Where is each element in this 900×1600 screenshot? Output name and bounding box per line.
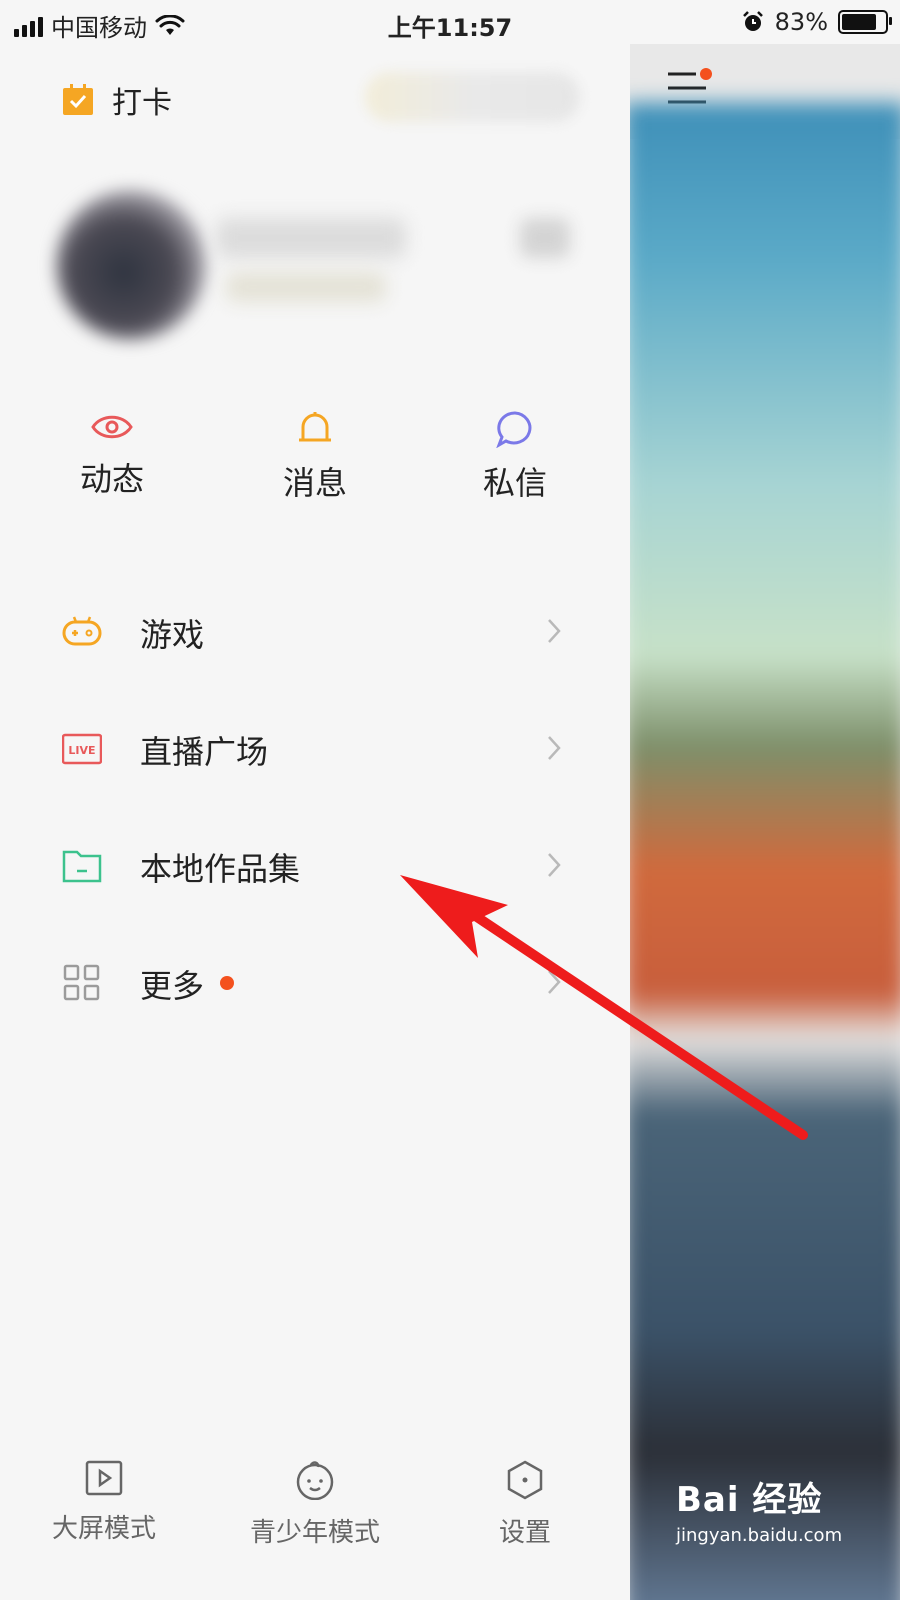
play-screen-icon [85, 1460, 123, 1496]
chevron-right-icon [548, 736, 561, 760]
new-badge-dot [220, 976, 234, 990]
profile-name-blurred [216, 218, 406, 258]
alarm-icon [742, 11, 763, 31]
background-blurred-content [630, 102, 900, 1600]
chat-bubble-icon [496, 411, 532, 448]
quick-action-private-messages[interactable]: 私信 [445, 410, 585, 504]
gamepad-icon [62, 616, 102, 646]
chevron-right-icon [548, 970, 561, 994]
chevron-right-icon [548, 853, 561, 877]
quick-action-messages[interactable]: 消息 [245, 410, 385, 504]
menu-item-more[interactable]: 更多 [0, 943, 630, 1023]
menu-item-label: 更多 [140, 967, 205, 1005]
notification-dot [700, 68, 712, 80]
grid-icon [63, 964, 100, 1001]
side-drawer: 打卡 动态 消息 私信 游戏 LIVE 直播广场 本地作品集 更多 大屏模式 青… [0, 0, 630, 1600]
quick-action-label: 消息 [282, 464, 347, 502]
chevron-right-icon [548, 619, 561, 643]
bottom-action-label: 设置 [498, 1518, 551, 1548]
blurred-header-chip [365, 72, 580, 122]
checkin-label: 打卡 [112, 86, 172, 121]
youth-mode-button[interactable]: 青少年模式 [225, 1460, 405, 1549]
profile-action-blurred[interactable] [520, 218, 570, 258]
child-face-icon [296, 1461, 334, 1500]
quick-action-dynamics[interactable]: 动态 [42, 410, 182, 500]
checkin-button[interactable]: 打卡 [62, 78, 172, 122]
profile-card[interactable] [40, 170, 630, 340]
bell-icon [299, 412, 331, 442]
watermark-logo: Bai 经验 [676, 1480, 823, 1520]
bottom-action-label: 青少年模式 [249, 1518, 380, 1548]
battery-icon [838, 10, 892, 34]
battery-percent: 83% [774, 8, 828, 36]
settings-button[interactable]: 设置 [435, 1460, 615, 1549]
hexagon-settings-icon [507, 1460, 543, 1500]
menu-item-label: 本地作品集 [140, 850, 301, 888]
calendar-check-icon [63, 84, 93, 115]
background-page [630, 0, 900, 1600]
quick-action-label: 私信 [482, 464, 547, 502]
watermark-url: jingyan.baidu.com [676, 1525, 843, 1546]
folder-icon [62, 850, 102, 883]
profile-subtitle-blurred [226, 272, 386, 302]
menu-item-label: 游戏 [140, 616, 205, 654]
status-bar: 中国移动 上午11:57 83% [0, 0, 900, 44]
eye-icon [91, 415, 133, 439]
live-icon-text: LIVE [68, 744, 95, 757]
menu-item-live-plaza[interactable]: LIVE 直播广场 [0, 709, 630, 789]
avatar[interactable] [56, 190, 206, 340]
bottom-action-label: 大屏模式 [51, 1514, 156, 1544]
quick-action-label: 动态 [79, 460, 144, 498]
menu-item-local-works[interactable]: 本地作品集 [0, 826, 630, 906]
menu-item-games[interactable]: 游戏 [0, 592, 630, 672]
status-right: 83% [741, 8, 892, 36]
baidu-jingyan-watermark: Bai 经验 jingyan.baidu.com [676, 1472, 842, 1546]
large-screen-mode-button[interactable]: 大屏模式 [14, 1460, 194, 1545]
menu-item-label: 直播广场 [140, 733, 269, 771]
live-icon: LIVE [62, 733, 102, 765]
